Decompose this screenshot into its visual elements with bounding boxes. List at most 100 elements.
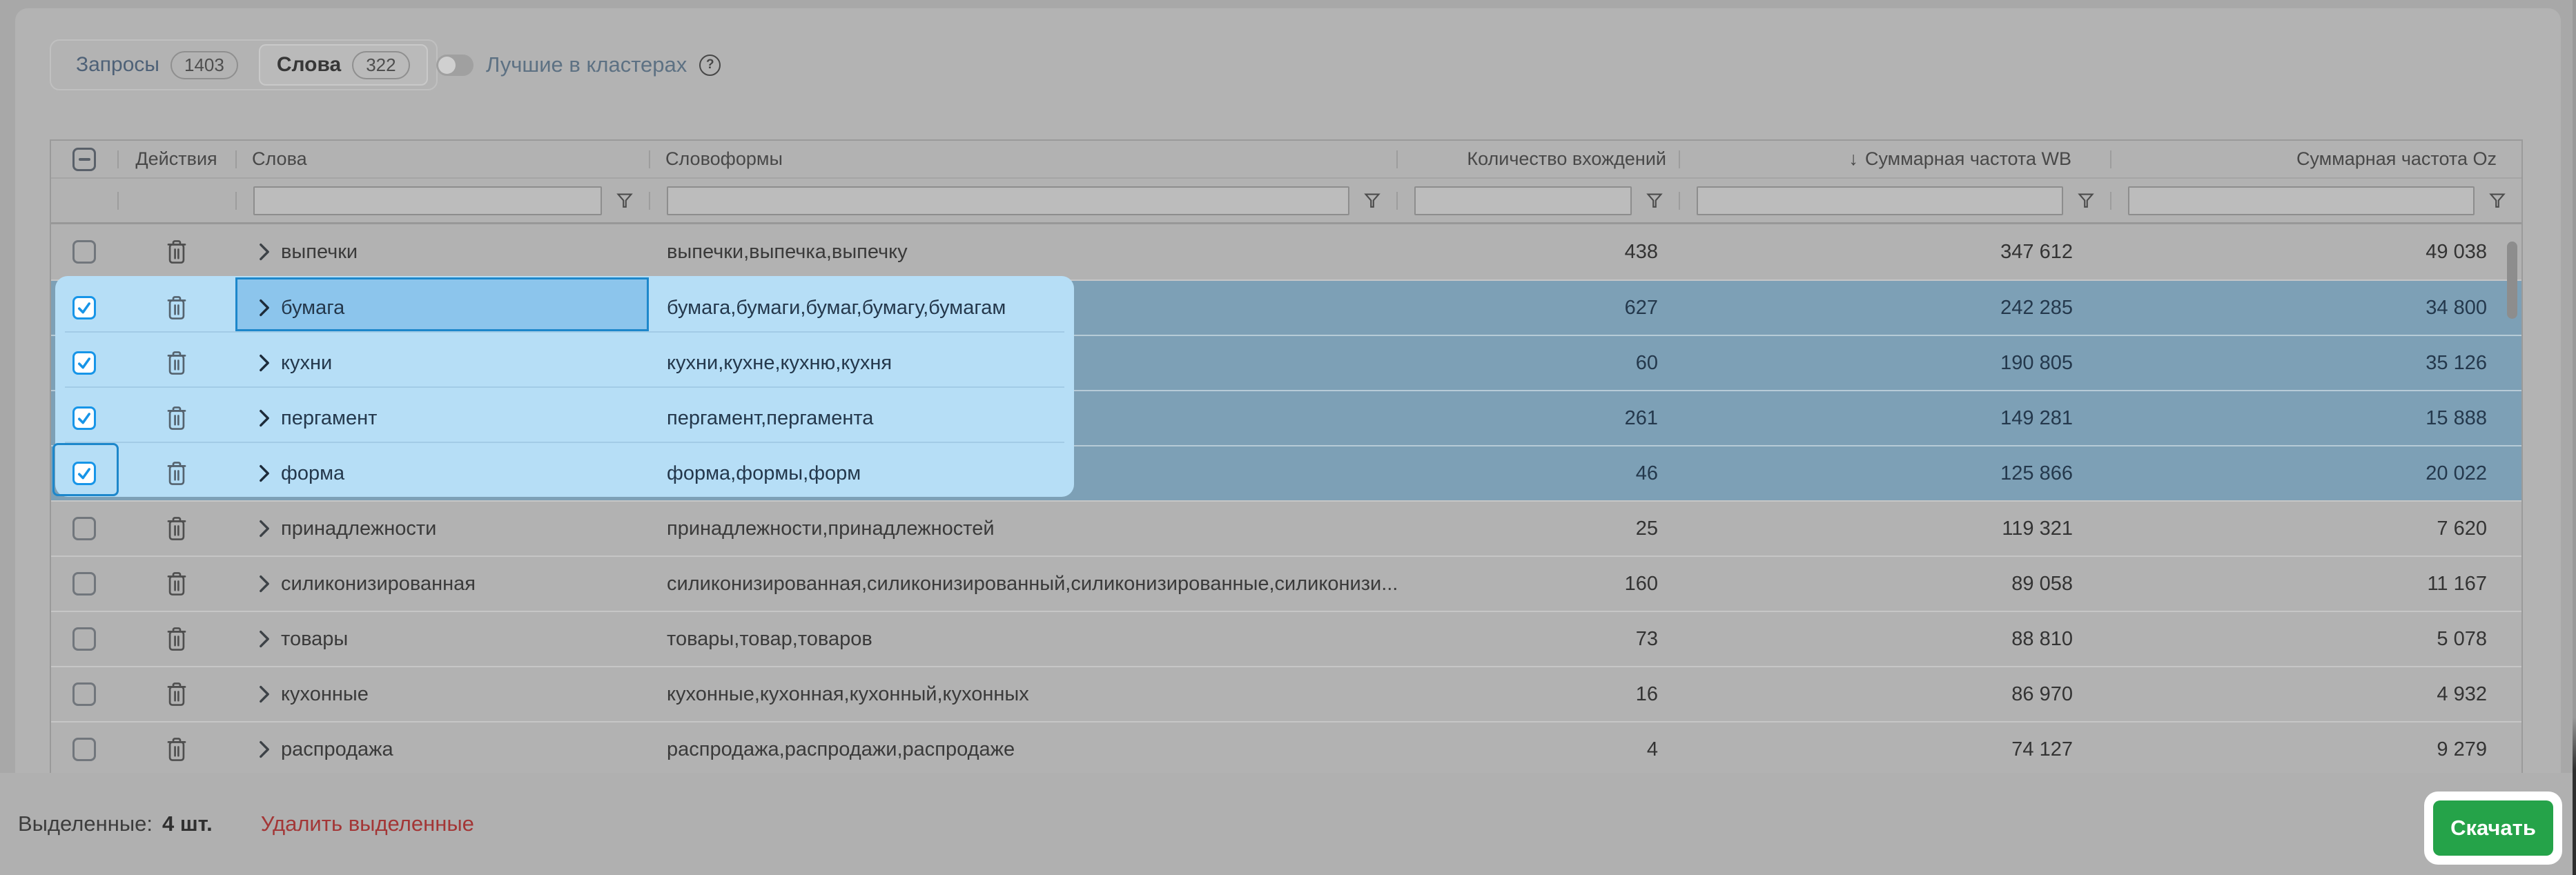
filter-funnel-icon-wordforms[interactable] [1363, 192, 1381, 210]
wb-frequency-value: 86 970 [1679, 667, 2110, 721]
table-row: выпечкивыпечки,выпечка,выпечку438347 612… [51, 224, 2521, 279]
expand-chevron-icon[interactable] [259, 575, 270, 593]
toggle-knob [438, 57, 456, 74]
wordforms-cell: кухонные,кухонная,кухонный,кухонных [649, 667, 1396, 721]
row-checkbox[interactable] [72, 517, 96, 540]
oz-frequency-value: 20 022 [2110, 446, 2521, 500]
select-all-checkbox[interactable] [72, 148, 96, 171]
filter-input-words[interactable] [253, 186, 602, 215]
delete-row-icon[interactable] [165, 736, 188, 763]
expand-chevron-icon[interactable] [259, 630, 270, 648]
row-checkbox[interactable] [72, 240, 96, 264]
word-cell[interactable]: форма [235, 446, 649, 500]
expand-chevron-icon[interactable] [259, 520, 270, 538]
word-text: распродажа [281, 738, 393, 761]
column-header-wb[interactable]: ↓ Суммарная частота WB [1679, 141, 2110, 177]
page: Запросы 1403 Слова 322 Лучшие в кластера… [0, 0, 2576, 875]
word-cell[interactable]: распродажа [235, 722, 649, 776]
filter-input-occurrences[interactable] [1414, 186, 1632, 215]
oz-frequency-value: 11 167 [2110, 557, 2521, 611]
delete-row-icon[interactable] [165, 294, 188, 322]
expand-chevron-icon[interactable] [259, 409, 270, 427]
word-cell[interactable]: кухни [235, 336, 649, 390]
word-text: кухонные [281, 683, 369, 706]
word-cell[interactable]: принадлежности [235, 502, 649, 556]
expand-chevron-icon[interactable] [259, 243, 270, 261]
filter-input-wb[interactable] [1697, 186, 2063, 215]
wordforms-text: силиконизированная,силиконизированный,си… [667, 573, 1398, 596]
row-checkbox-cell [51, 391, 117, 445]
row-checkbox[interactable] [72, 627, 96, 651]
word-cell[interactable]: кухонные [235, 667, 649, 721]
column-header-wordforms[interactable]: Словоформы [649, 141, 1396, 177]
delete-row-icon[interactable] [165, 460, 188, 487]
row-checkbox[interactable] [72, 462, 96, 485]
wb-frequency-value: 242 285 [1679, 281, 2110, 335]
tab-queries-count-badge: 1403 [170, 51, 238, 79]
table-row: бумагабумага,бумаги,бумаг,бумагу,бумагам… [51, 279, 2521, 335]
sort-desc-icon: ↓ [1848, 148, 1858, 170]
column-header-words[interactable]: Слова [235, 141, 649, 177]
wordforms-text: выпечки,выпечка,выпечку [667, 241, 908, 264]
delete-row-icon[interactable] [165, 238, 188, 266]
filter-funnel-icon-words[interactable] [616, 192, 634, 210]
delete-row-icon[interactable] [165, 349, 188, 377]
expand-chevron-icon[interactable] [259, 354, 270, 372]
wb-frequency-value: 89 058 [1679, 557, 2110, 611]
word-cell[interactable]: товары [235, 612, 649, 666]
expand-chevron-icon[interactable] [259, 740, 270, 758]
best-in-clusters-label: Лучшие в кластерах [486, 52, 687, 77]
wordforms-cell: силиконизированная,силиконизированный,си… [649, 557, 1396, 611]
filter-cell-actions [117, 179, 235, 222]
row-checkbox[interactable] [72, 351, 96, 375]
help-icon[interactable]: ? [699, 55, 721, 76]
filter-cell-wb [1679, 179, 2110, 222]
wordforms-text: распродажа,распродажи,распродаже [667, 738, 1015, 761]
wb-frequency-value: 125 866 [1679, 446, 2110, 500]
occurrences-value: 160 [1396, 557, 1679, 611]
tab-queries[interactable]: Запросы 1403 [59, 44, 255, 86]
filter-input-wordforms[interactable] [667, 186, 1349, 215]
word-cell[interactable]: выпечки [235, 224, 649, 279]
filter-funnel-icon-oz[interactable] [2488, 192, 2506, 210]
occurrences-value: 261 [1396, 391, 1679, 445]
row-checkbox-cell [51, 446, 117, 500]
delete-row-icon[interactable] [165, 404, 188, 432]
row-actions-cell [117, 722, 235, 776]
row-actions-cell [117, 612, 235, 666]
wordforms-cell: принадлежности,принадлежностей [649, 502, 1396, 556]
column-header-oz[interactable]: Суммарная частота Oz [2110, 141, 2521, 177]
row-checkbox[interactable] [72, 682, 96, 706]
expand-chevron-icon[interactable] [259, 685, 270, 703]
word-cell[interactable]: бумага [235, 281, 649, 335]
delete-row-icon[interactable] [165, 515, 188, 542]
expand-chevron-icon[interactable] [259, 299, 270, 317]
expand-chevron-icon[interactable] [259, 464, 270, 482]
row-checkbox[interactable] [72, 296, 96, 319]
download-button[interactable]: Скачать [2433, 800, 2553, 856]
word-cell[interactable]: пергамент [235, 391, 649, 445]
occurrences-value: 4 [1396, 722, 1679, 776]
row-checkbox[interactable] [72, 572, 96, 596]
row-checkbox[interactable] [72, 406, 96, 430]
filter-funnel-icon-wb[interactable] [2077, 192, 2095, 210]
row-actions-cell [117, 557, 235, 611]
delete-row-icon[interactable] [165, 680, 188, 708]
delete-selected-link[interactable]: Удалить выделенные [261, 812, 474, 836]
wb-frequency-value: 74 127 [1679, 722, 2110, 776]
best-in-clusters-toggle[interactable] [436, 55, 474, 76]
word-cell[interactable]: силиконизированная [235, 557, 649, 611]
delete-row-icon[interactable] [165, 625, 188, 653]
filter-input-oz[interactable] [2128, 186, 2475, 215]
row-checkbox[interactable] [72, 738, 96, 761]
wb-frequency-value: 88 810 [1679, 612, 2110, 666]
tab-words[interactable]: Слова 322 [259, 44, 428, 86]
row-actions-cell [117, 281, 235, 335]
filter-funnel-icon-occurrences[interactable] [1646, 192, 1663, 210]
row-checkbox-cell [51, 224, 117, 279]
tab-group: Запросы 1403 Слова 322 [50, 39, 438, 90]
column-header-occurrences[interactable]: Количество вхождений [1396, 141, 1679, 177]
oz-frequency-value: 4 932 [2110, 667, 2521, 721]
delete-row-icon[interactable] [165, 570, 188, 598]
word-text: принадлежности [281, 518, 436, 540]
